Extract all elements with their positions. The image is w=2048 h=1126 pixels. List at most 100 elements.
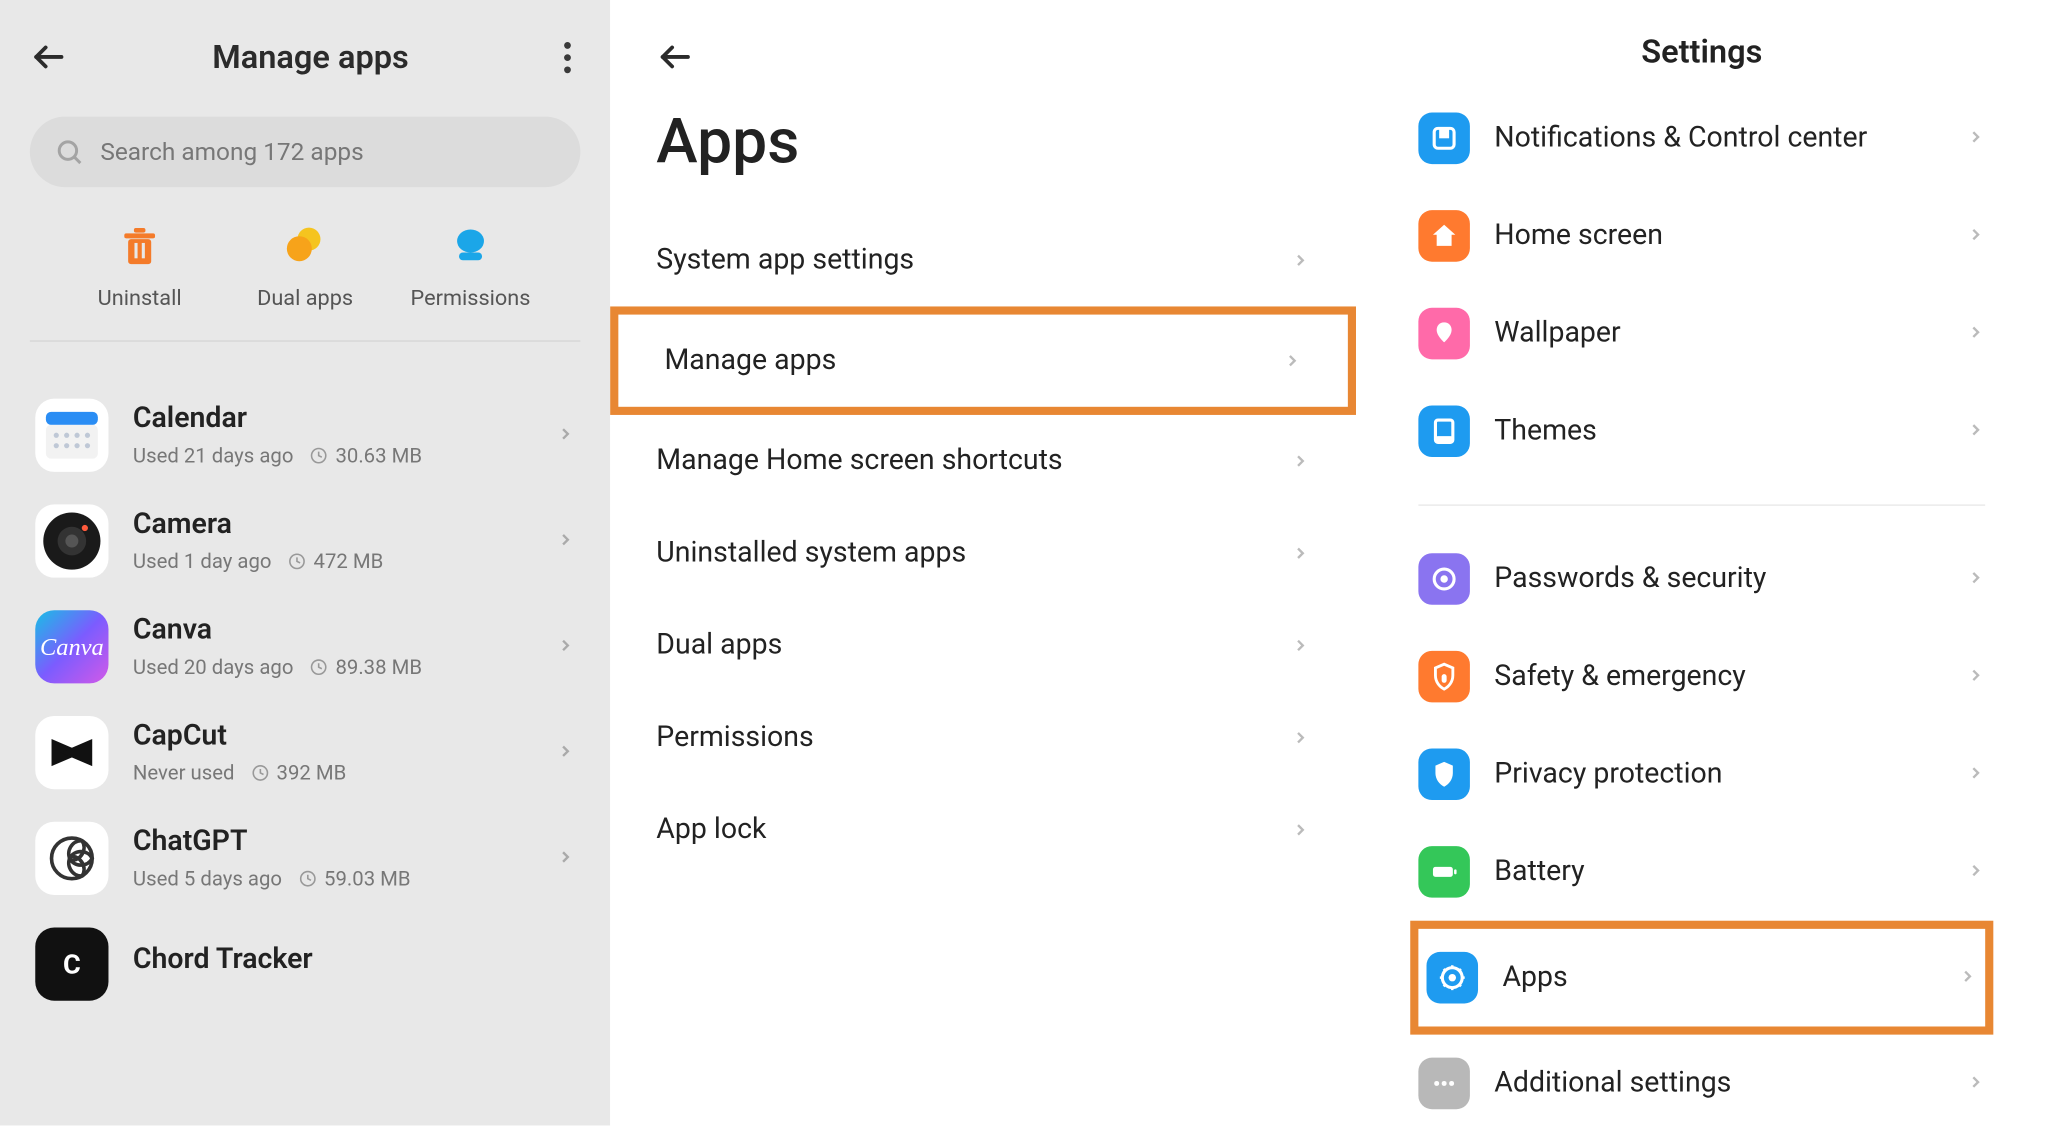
row-label: Dual apps bbox=[656, 629, 782, 662]
row-label: Apps bbox=[1502, 961, 1947, 994]
chevron-right-icon bbox=[551, 528, 589, 554]
app-size: 472 MB bbox=[314, 549, 384, 573]
app-size: 392 MB bbox=[277, 761, 347, 785]
app-row-chord-tracker[interactable]: C Chord Tracker bbox=[30, 911, 594, 1017]
row-privacy-protection[interactable]: Privacy protection bbox=[1418, 725, 1985, 823]
back-button[interactable] bbox=[24, 33, 73, 82]
app-row-chatgpt[interactable]: ChatGPT Used 5 days ago 59.03 MB bbox=[30, 805, 594, 911]
row-notifications[interactable]: Notifications & Control center bbox=[1418, 89, 1985, 187]
row-label: Notifications & Control center bbox=[1494, 122, 1955, 155]
page-title: Settings bbox=[1356, 0, 2048, 89]
row-label: Safety & emergency bbox=[1494, 660, 1955, 693]
row-manage-apps[interactable]: Manage apps bbox=[610, 306, 1356, 414]
page-title: Apps bbox=[656, 106, 1315, 179]
dual-apps-icon bbox=[278, 220, 332, 274]
wallpaper-icon bbox=[1418, 308, 1470, 360]
row-home-screen[interactable]: Home screen bbox=[1418, 187, 1985, 285]
app-name: Camera bbox=[133, 508, 551, 541]
row-additional-settings[interactable]: Additional settings bbox=[1418, 1035, 1985, 1126]
apps-icon bbox=[1427, 952, 1479, 1004]
app-used: Used 1 day ago bbox=[133, 549, 272, 573]
chevron-right-icon bbox=[1955, 1067, 1985, 1100]
app-size: 59.03 MB bbox=[324, 866, 411, 890]
dual-apps-button[interactable]: Dual apps bbox=[224, 220, 387, 311]
themes-icon bbox=[1418, 405, 1470, 457]
row-label: Additional settings bbox=[1494, 1067, 1955, 1100]
row-permissions[interactable]: Permissions bbox=[610, 692, 1356, 784]
app-row-canva[interactable]: Canva Canva Used 20 days ago89.38 MB bbox=[30, 594, 594, 700]
row-label: Passwords & security bbox=[1494, 563, 1955, 596]
row-label: Themes bbox=[1494, 415, 1955, 448]
row-apps[interactable]: Apps bbox=[1410, 921, 1993, 1035]
row-safety-emergency[interactable]: Safety & emergency bbox=[1418, 628, 1985, 726]
row-app-lock[interactable]: App lock bbox=[610, 784, 1356, 876]
arrow-left-icon bbox=[30, 38, 68, 76]
chevron-right-icon bbox=[1291, 820, 1310, 839]
clock-icon bbox=[310, 658, 329, 677]
row-battery[interactable]: Battery bbox=[1418, 823, 1985, 921]
clock-icon bbox=[298, 869, 317, 888]
search-input[interactable]: Search among 172 apps bbox=[30, 117, 581, 188]
row-label: Permissions bbox=[656, 721, 813, 754]
app-used: Used 21 days ago bbox=[133, 443, 294, 467]
search-icon bbox=[54, 137, 84, 167]
back-button[interactable] bbox=[651, 33, 700, 82]
app-row-camera[interactable]: Camera Used 1 day ago 472 MB bbox=[30, 488, 594, 594]
app-name: Calendar bbox=[133, 403, 551, 436]
action-label: Uninstall bbox=[98, 285, 182, 311]
apps-pane: Apps System app settings Manage apps Man… bbox=[610, 0, 1356, 1125]
uninstall-button[interactable]: Uninstall bbox=[58, 220, 221, 311]
row-label: Wallpaper bbox=[1494, 317, 1955, 350]
separator bbox=[1418, 504, 1985, 505]
action-label: Permissions bbox=[411, 285, 531, 311]
calendar-icon bbox=[35, 399, 108, 472]
row-label: System app settings bbox=[656, 244, 914, 277]
chevron-right-icon bbox=[1291, 251, 1310, 270]
row-wallpaper[interactable]: Wallpaper bbox=[1418, 285, 1985, 383]
chevron-right-icon bbox=[1291, 636, 1310, 655]
trash-icon bbox=[113, 220, 167, 274]
app-row-calendar[interactable]: Calendar Used 21 days ago 30.63 MB bbox=[30, 382, 594, 488]
chevron-right-icon bbox=[1955, 660, 1985, 693]
row-dual-apps[interactable]: Dual apps bbox=[610, 599, 1356, 691]
chevron-right-icon bbox=[1955, 563, 1985, 596]
chevron-right-icon bbox=[551, 422, 589, 448]
row-uninstalled-system-apps[interactable]: Uninstalled system apps bbox=[610, 507, 1356, 599]
app-size: 30.63 MB bbox=[335, 443, 422, 467]
chevron-right-icon bbox=[1947, 961, 1977, 994]
settings-pane: Settings Notifications & Control center … bbox=[1356, 0, 2048, 1125]
row-passwords-security[interactable]: Passwords & security bbox=[1418, 530, 1985, 628]
row-themes[interactable]: Themes bbox=[1418, 382, 1985, 480]
chevron-right-icon bbox=[1283, 351, 1302, 370]
action-label: Dual apps bbox=[257, 285, 353, 311]
permissions-icon bbox=[443, 220, 497, 274]
clock-icon bbox=[310, 446, 329, 465]
notifications-icon bbox=[1418, 113, 1470, 165]
page-title: Manage apps bbox=[73, 38, 548, 76]
permissions-button[interactable]: Permissions bbox=[389, 220, 552, 311]
chevron-right-icon bbox=[551, 845, 589, 871]
safety-icon bbox=[1418, 651, 1470, 703]
app-used: Used 5 days ago bbox=[133, 866, 282, 890]
app-name: Chord Tracker bbox=[133, 944, 589, 977]
chevron-right-icon bbox=[1291, 544, 1310, 563]
canva-icon: Canva bbox=[35, 610, 108, 683]
app-list[interactable]: Calendar Used 21 days ago 30.63 MB Camera… bbox=[0, 342, 610, 1017]
chevron-right-icon bbox=[1955, 415, 1985, 448]
privacy-icon bbox=[1418, 749, 1470, 801]
row-system-app-settings[interactable]: System app settings bbox=[610, 214, 1356, 306]
row-label: Home screen bbox=[1494, 220, 1955, 253]
overflow-menu-button[interactable] bbox=[548, 41, 586, 72]
settings-list[interactable]: Notifications & Control center Home scre… bbox=[1356, 89, 2048, 1126]
home-icon bbox=[1418, 210, 1470, 262]
battery-icon bbox=[1418, 846, 1470, 898]
app-name: ChatGPT bbox=[133, 826, 551, 859]
row-label: App lock bbox=[656, 814, 766, 847]
apps-settings-list: System app settings Manage apps Manage H… bbox=[610, 214, 1356, 876]
chevron-right-icon bbox=[1291, 728, 1310, 747]
app-row-capcut[interactable]: CapCut Never used392 MB bbox=[30, 700, 594, 806]
clock-icon bbox=[251, 763, 270, 782]
action-row: Uninstall Dual apps Permissions bbox=[30, 201, 581, 342]
more-icon bbox=[1418, 1058, 1470, 1110]
row-manage-home-shortcuts[interactable]: Manage Home screen shortcuts bbox=[610, 415, 1356, 507]
